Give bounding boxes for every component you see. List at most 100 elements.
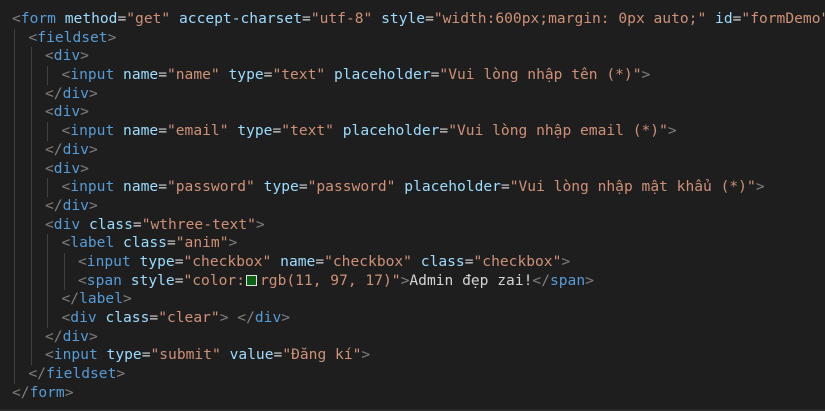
code-lines[interactable]: <form method="get" accept-charset="utf-8…: [0, 10, 825, 402]
tag-bracket: >: [228, 234, 238, 252]
plain-text: =: [149, 309, 159, 326]
attribute-value: "name": [166, 66, 220, 84]
code-line[interactable]: <div>: [0, 159, 825, 179]
plain-text: =: [117, 10, 127, 27]
indent-guide: [63, 252, 65, 272]
tag-bracket: >: [88, 196, 98, 214]
indent-guide: [14, 66, 15, 85]
code-line[interactable]: </fieldset>: [0, 365, 825, 384]
indent-guide: [14, 159, 15, 179]
code-line[interactable]: </label>: [0, 290, 825, 309]
attribute-value: "text": [272, 66, 326, 84]
indent-guide: [14, 28, 15, 48]
indent-guide: [47, 234, 48, 253]
code-line[interactable]: <div class="wthree-text">: [0, 215, 825, 235]
tag-bracket: >: [80, 103, 89, 121]
tag-name: input: [70, 122, 115, 140]
plain-text: =: [158, 122, 167, 140]
tag-bracket: <: [61, 66, 71, 84]
tag-bracket: >: [561, 252, 571, 270]
code-line[interactable]: <fieldset>: [0, 28, 825, 48]
tag-bracket: <: [61, 309, 71, 326]
plain-text: [114, 178, 123, 195]
indent-guide: [14, 215, 15, 235]
attribute-name: value: [229, 346, 274, 364]
tag-name: label: [70, 234, 115, 252]
attribute-name: name: [123, 122, 159, 140]
attribute-value: "text": [281, 122, 334, 140]
attribute-value: "formDemo": [741, 10, 825, 27]
code-line[interactable]: <div>: [0, 103, 825, 123]
tag-bracket: <: [78, 271, 87, 289]
plain-text: [229, 309, 238, 326]
plain-text: [412, 253, 421, 270]
indent-guide: [14, 346, 15, 366]
plain-text: =: [439, 122, 449, 140]
indent-guide: [30, 327, 32, 347]
plain-text: [122, 272, 131, 289]
plain-text: [372, 10, 381, 27]
indent-guide: [30, 66, 32, 85]
indent-guide: [47, 309, 48, 328]
tag-bracket: <: [61, 234, 71, 252]
attribute-value: "Đăng kí": [282, 346, 362, 364]
attribute-name: type: [237, 122, 273, 140]
attribute-value: "Vui lòng nhập email (*)": [448, 122, 668, 140]
code-line[interactable]: </div>: [0, 84, 825, 104]
tag-bracket: >: [123, 290, 132, 308]
attribute-name: style: [130, 271, 175, 289]
tag-bracket: <: [61, 122, 71, 140]
code-line[interactable]: <label class="anim">: [0, 234, 825, 253]
tag-name: input: [70, 66, 115, 84]
indent-guide: [14, 122, 15, 141]
tag-name: div: [62, 196, 89, 214]
plain-text: =: [302, 10, 311, 27]
code-line[interactable]: <div>: [0, 47, 825, 67]
plain-text: [220, 66, 229, 83]
code-line[interactable]: <div class="clear"> </div>: [0, 309, 825, 328]
plain-text: [80, 216, 89, 233]
indent-guide: [14, 365, 15, 384]
attribute-name: name: [123, 66, 159, 84]
code-line[interactable]: <input name="name" type="text" placehold…: [0, 66, 825, 85]
tag-name: div: [62, 327, 89, 345]
code-line[interactable]: <span style="color: rgb(11, 97, 17)">Admi…: [0, 271, 825, 291]
indent-guide: [47, 122, 48, 141]
tag-bracket: </: [12, 383, 30, 401]
indent-guide: [30, 290, 32, 309]
code-line[interactable]: </div>: [0, 196, 825, 216]
attribute-name: type: [228, 66, 264, 84]
tag-bracket: >: [361, 346, 371, 364]
attribute-value: "color:: [183, 271, 245, 289]
code-editor[interactable]: <form method="get" accept-charset="utf-8…: [0, 0, 825, 411]
code-line[interactable]: <input name="email" type="text" placehol…: [0, 122, 825, 141]
code-line[interactable]: <form method="get" accept-charset="utf-8…: [0, 10, 825, 29]
attribute-value: "utf-8": [310, 10, 373, 27]
tag-name: div: [53, 215, 81, 233]
tag-bracket: >: [88, 84, 98, 102]
tag-bracket: >: [641, 66, 651, 84]
attribute-name: type: [106, 346, 142, 364]
tag-name: span: [86, 271, 122, 289]
tag-bracket: </: [45, 140, 63, 158]
attribute-value: "checkbox": [473, 252, 562, 270]
tag-name: div: [62, 84, 89, 102]
plain-text: [706, 10, 715, 27]
indent-guide: [30, 140, 32, 160]
code-line[interactable]: <input type="submit" value="Đăng kí">: [0, 346, 825, 366]
indent-guide: [63, 271, 65, 291]
indent-guide: [47, 178, 48, 197]
tag-bracket: >: [755, 178, 765, 196]
indent-guide: [30, 84, 32, 104]
plain-text: =: [273, 346, 283, 364]
tag-bracket: </: [237, 309, 255, 326]
color-swatch-icon[interactable]: [246, 274, 257, 286]
code-line[interactable]: <input type="checkbox" name="checkbox" c…: [0, 252, 825, 272]
code-line[interactable]: </div>: [0, 140, 825, 160]
plain-text: [170, 10, 179, 27]
code-line[interactable]: <input name="password" type="password" p…: [0, 178, 825, 197]
tag-name: fieldset: [37, 28, 108, 46]
code-line[interactable]: </div>: [0, 327, 825, 347]
indent-guide: [30, 309, 32, 328]
code-line[interactable]: </form>: [0, 384, 825, 403]
